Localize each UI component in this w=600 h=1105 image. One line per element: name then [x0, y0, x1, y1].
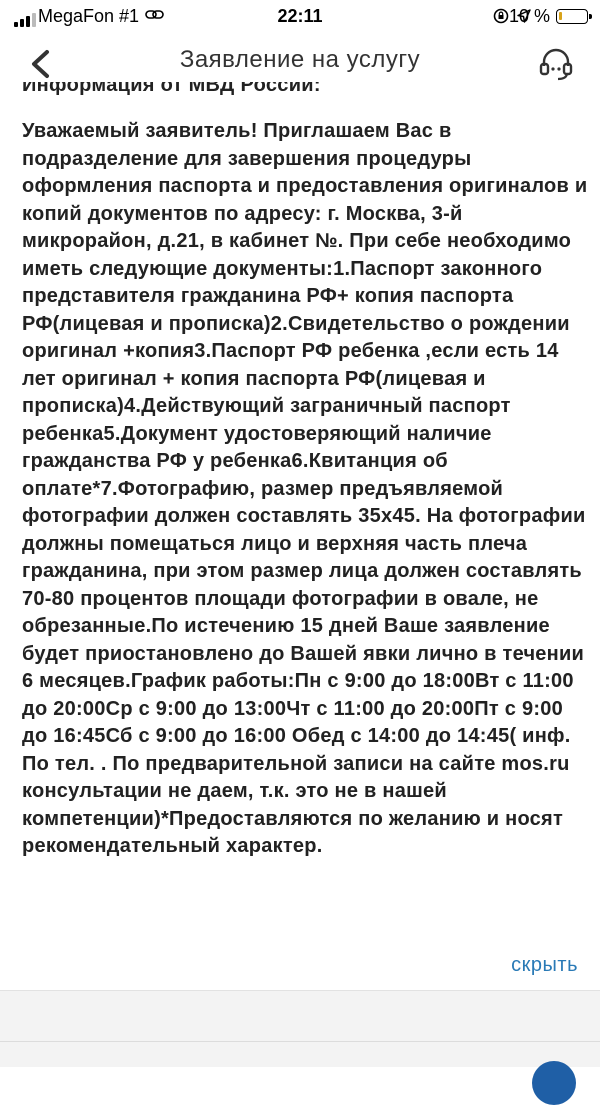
divider — [0, 1041, 600, 1042]
floating-action-button[interactable] — [532, 1061, 576, 1105]
hide-link[interactable]: скрыть — [511, 954, 578, 977]
headset-icon — [539, 48, 573, 81]
section-header: Информация от МВД России: — [22, 82, 321, 96]
page-title: Заявление на услугу — [179, 46, 421, 73]
status-bar: MegaFon #1 22:11 10 % — [0, 0, 600, 34]
rotation-lock-icon — [492, 7, 510, 30]
message-content: Информация от МВД России: Уважаемый заяв… — [0, 82, 600, 982]
battery-percent: 10 % — [508, 6, 550, 26]
support-button[interactable] — [536, 44, 576, 84]
battery-icon — [556, 9, 592, 24]
message-text: Уважаемый заявитель! Приглашаем Вас в по… — [22, 120, 588, 857]
battery-fill — [559, 12, 562, 20]
bottom-panel — [0, 990, 600, 1105]
